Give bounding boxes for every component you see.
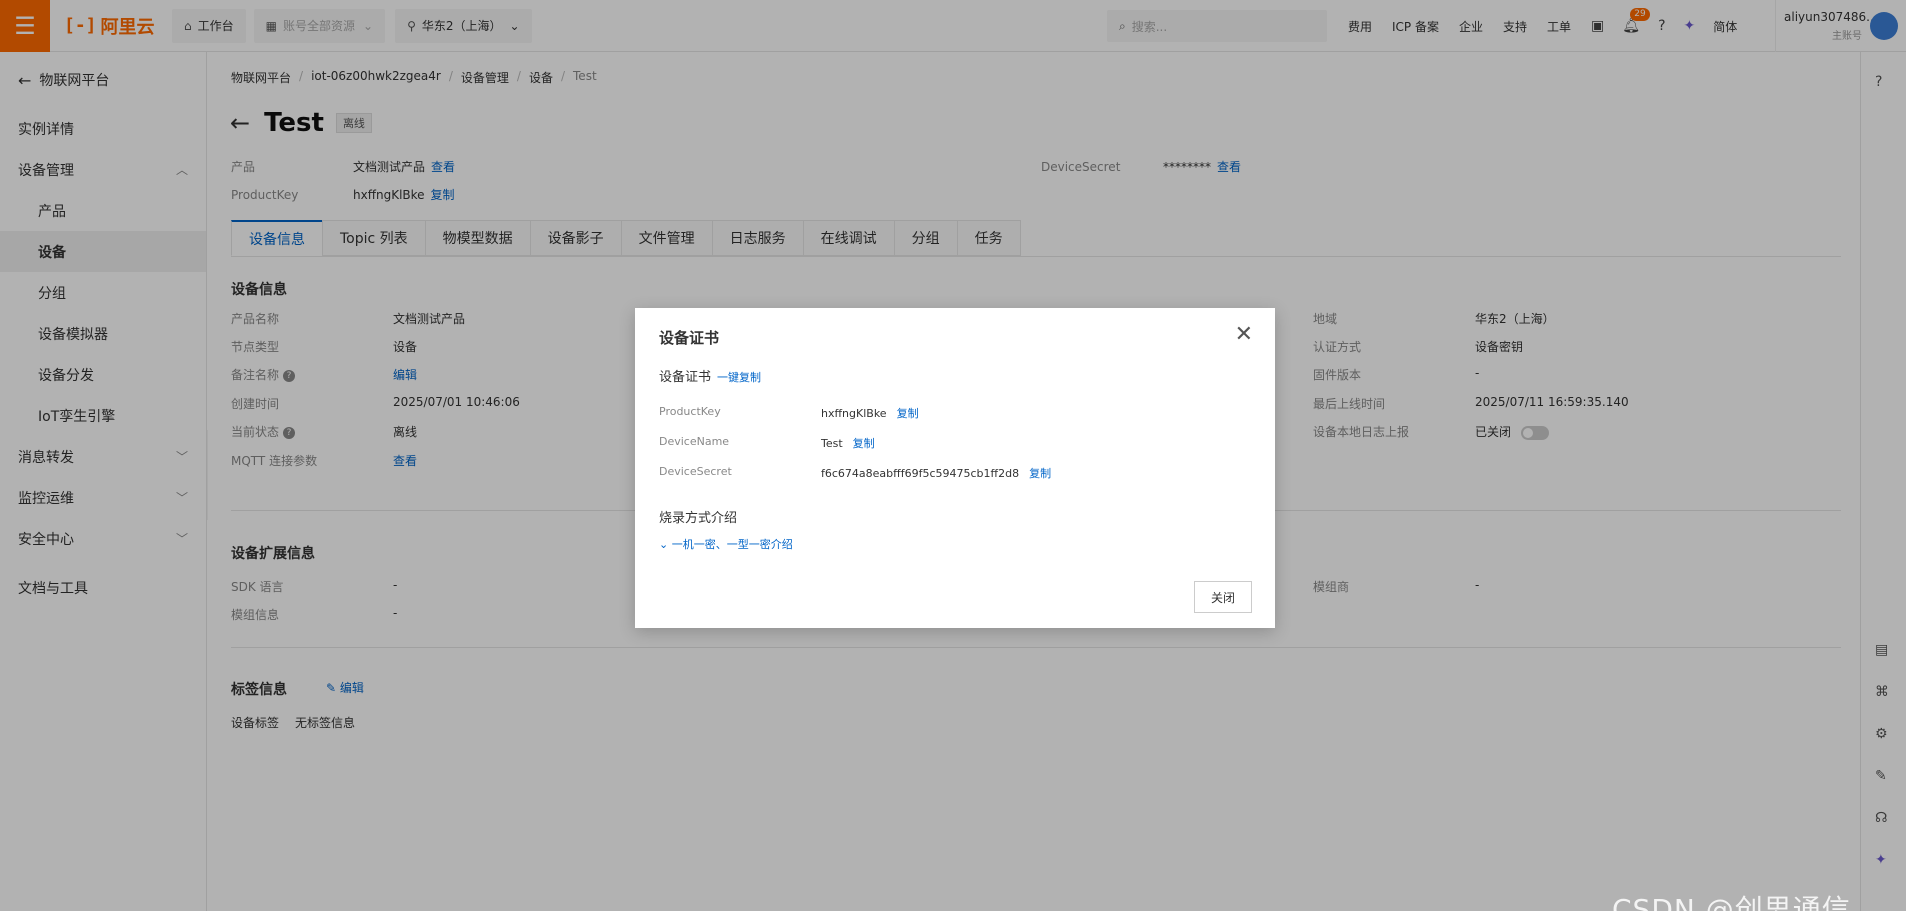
copy-devicesecret-link[interactable]: 复制 [1029,467,1051,480]
cert-key: DeviceName [659,435,730,448]
close-icon[interactable]: ✕ [1235,322,1253,347]
cert-value: hxffngKlBke 复制 [821,407,919,420]
copy-productkey-link[interactable]: 复制 [897,407,919,420]
copy-devicename-link[interactable]: 复制 [853,437,875,450]
chevron-down-icon: ⌄ [659,538,672,551]
copy-all-link[interactable]: 一键复制 [717,371,761,384]
certificate-dialog: 设备证书 ✕ 设备证书 一键复制 ProductKey hxffngKlBke 复制 … [635,308,1275,628]
cert-value: f6c674a8eabfff69f5c59475cb1ff2d8 复制 [821,467,1052,480]
burn-intro-toggle[interactable]: ⌄ 一机一密、一型一密介绍 [659,536,793,552]
cert-key: DeviceSecret [659,465,732,478]
dialog-subtitle-row: 设备证书 一键复制 [659,370,762,385]
cert-key: ProductKey [659,405,721,418]
watermark: CSDN @创思通信 [1612,893,1851,911]
burn-section-title: 烧录方式介绍 [659,511,738,526]
cert-value: Test 复制 [821,437,875,450]
close-button[interactable]: 关闭 [1194,581,1252,613]
dialog-title: 设备证书 [659,329,720,347]
